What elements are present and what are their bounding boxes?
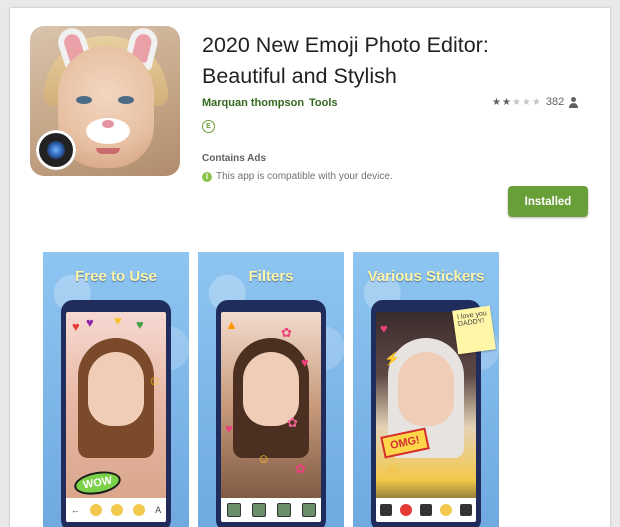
heart-sticker-icon: ♥ <box>114 313 122 328</box>
pizza-sticker-icon: ▲ <box>225 317 238 332</box>
phone-frame: ▲ ✿ ♥ ♥ ✿ ☺ ✿ <box>216 300 326 527</box>
love-note-sticker: I love you DADDY! <box>452 305 496 355</box>
model-face <box>88 352 144 426</box>
category-link[interactable]: Tools <box>309 97 338 109</box>
lips-tool-icon[interactable] <box>400 504 412 516</box>
hat-tool-icon[interactable] <box>460 504 472 516</box>
app-icon-mouth <box>96 148 120 154</box>
filter-thumbnail[interactable] <box>226 503 241 517</box>
app-details-card: 2020 New Emoji Photo Editor: Beautiful a… <box>10 8 610 527</box>
lightning-sticker-icon: ⚡ <box>384 351 401 366</box>
screenshot-filters[interactable]: Filters ▲ ✿ ♥ ♥ ✿ ☺ ✿ <box>198 252 344 527</box>
star-empty-icon: ★ <box>511 97 522 108</box>
app-icon <box>30 26 180 176</box>
emoji-sticker-icon: ☺ <box>257 451 271 466</box>
flower-sticker-icon: ✿ <box>287 415 298 430</box>
app-title: 2020 New Emoji Photo Editor: Beautiful a… <box>202 30 602 92</box>
screenshot-label: Filters <box>248 268 294 285</box>
phone-frame: ♥ ♥ ♥ ♥ ☺ WOW ← A <box>61 300 171 527</box>
contains-ads-label: Contains Ads <box>202 153 267 164</box>
heart-sticker-icon: ♥ <box>136 317 144 332</box>
glasses-tool-icon[interactable] <box>420 504 432 516</box>
screenshot-free-to-use[interactable]: Free to Use ♥ ♥ ♥ ♥ ☺ WOW ← A <box>43 252 189 527</box>
heart-sticker-icon: ♥ <box>72 319 80 334</box>
app-title-line2: Beautiful and Stylish <box>202 64 397 88</box>
heart-sticker-icon: ♥ <box>301 355 309 370</box>
editor-toolbar: ← A <box>66 498 166 522</box>
flower-sticker-icon: ✿ <box>281 325 292 340</box>
text-tool-icon[interactable]: A <box>155 505 161 515</box>
heart-sticker-icon: ♥ <box>86 315 94 330</box>
rating-summary: ★★★★★ 382 <box>492 96 579 108</box>
content-rating-badge[interactable]: E <box>202 120 215 133</box>
filter-thumbnail[interactable] <box>251 503 266 517</box>
filter-toolbar <box>221 498 321 522</box>
compatibility-notice: i This app is compatible with your devic… <box>202 171 393 182</box>
app-title-line1: 2020 New Emoji Photo Editor: <box>202 33 489 57</box>
emoji-sticker-icon: ☺ <box>148 373 162 388</box>
rating-count: 382 <box>545 96 565 108</box>
star-empty-icon: ★ <box>531 97 542 108</box>
screenshot-label: Various Stickers <box>367 268 485 285</box>
model-face <box>398 352 454 426</box>
emoji-tool-icon[interactable] <box>133 504 146 516</box>
info-icon: i <box>202 171 212 182</box>
phone-screen: ▲ ✿ ♥ ♥ ✿ ☺ ✿ <box>221 312 321 522</box>
cat-nose-icon <box>86 118 130 144</box>
heart-sticker-icon: ♥ <box>380 321 388 336</box>
installed-button[interactable]: Installed <box>508 186 588 217</box>
phone-screen: ♥ ♥ ♥ ♥ ☺ WOW ← A <box>66 312 166 522</box>
hat-tool-icon[interactable] <box>380 504 392 516</box>
emoji-tool-icon[interactable] <box>440 504 452 516</box>
heart-sticker-icon: ♥ <box>225 421 233 436</box>
emoji-tool-icon[interactable] <box>89 504 102 516</box>
screenshot-various-stickers[interactable]: Various Stickers ♥ ⚡ ☺ OMG! I love you D… <box>353 252 499 527</box>
developer-link[interactable]: Marquan thompson <box>202 97 304 109</box>
rating-stars: ★★★★★ <box>492 96 542 108</box>
back-arrow-icon[interactable]: ← <box>71 505 80 515</box>
app-icon-eye-left <box>76 96 92 104</box>
emoji-sticker-icon: ☺ <box>386 461 400 476</box>
star-empty-icon: ★ <box>521 97 532 108</box>
person-icon <box>568 96 579 108</box>
star-filled-icon: ★ <box>501 97 512 108</box>
app-icon-eye-right <box>118 96 134 104</box>
emoji-tool-icon[interactable] <box>111 504 124 516</box>
star-filled-icon: ★ <box>492 97 502 108</box>
compatibility-text: This app is compatible with your device. <box>216 171 393 182</box>
camera-lens-icon <box>36 130 76 170</box>
screenshot-label: Free to Use <box>75 268 157 285</box>
filter-thumbnail[interactable] <box>276 503 291 517</box>
wow-sticker: WOW <box>72 468 123 498</box>
filter-thumbnail[interactable] <box>301 503 316 517</box>
sticker-toolbar <box>376 498 476 522</box>
flower-sticker-icon: ✿ <box>295 461 306 476</box>
